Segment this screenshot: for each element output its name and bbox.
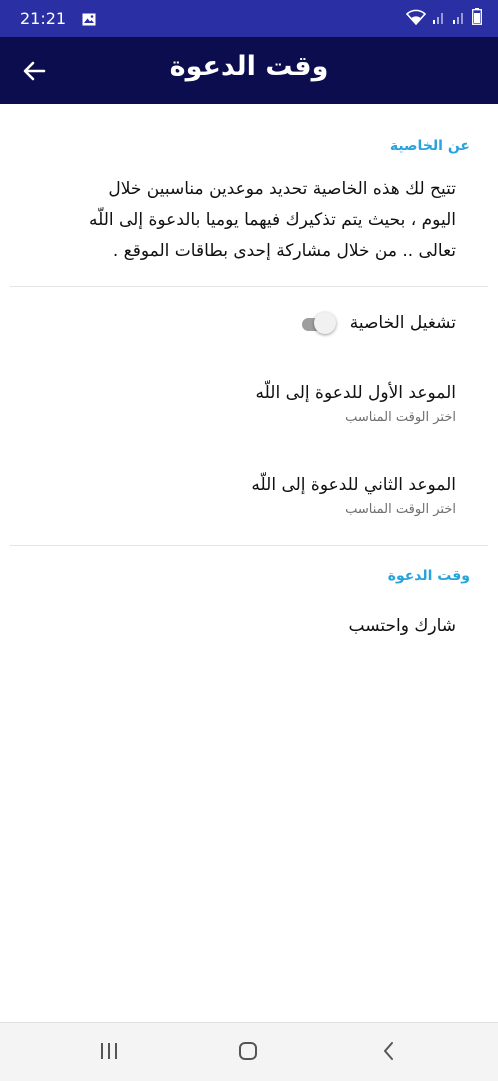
app-bar: وقت الدعوة [0,37,498,104]
second-time-subtitle: اختر الوقت المناسب [345,502,456,517]
navigation-bar [0,1022,498,1081]
first-time-subtitle: اختر الوقت المناسب [345,410,456,425]
signal-icon [452,9,466,28]
divider [10,545,488,546]
enable-feature-label: تشغيل الخاصية [349,313,456,333]
description-line: تتيح لك هذه الخاصية تحديد موعدين مناسبين… [108,179,456,199]
description-line: تعالى .. من خلال مشاركة إحدى بطاقات المو… [112,241,456,261]
recent-apps-icon[interactable] [98,1040,120,1066]
gallery-icon [82,11,96,30]
toggle-thumb [313,312,336,334]
back-icon[interactable] [378,1040,400,1066]
status-bar: 21:21 [0,0,498,37]
description-line: اليوم ، بحيث يتم تذكيرك فيهما يوميا بالد… [88,210,456,230]
first-time-setting[interactable]: الموعد الأول للدعوة إلى اللّه اختر الوقت… [36,380,456,425]
about-section-header: عن الخاصية [389,138,470,154]
enable-feature-row[interactable]: تشغيل الخاصية [298,311,456,335]
share-row[interactable]: شارك واحتسب [349,616,456,636]
wifi-icon [405,9,427,29]
home-icon[interactable] [237,1040,259,1066]
second-time-title: الموعد الثاني للدعوة إلى اللّه [251,475,456,495]
signal-icon [432,9,446,28]
divider [10,286,488,287]
time-section-header: وقت الدعوة [387,568,470,584]
feature-description: تتيح لك هذه الخاصية تحديد موعدين مناسبين… [36,174,456,267]
battery-icon [472,8,482,29]
status-time: 21:21 [20,9,67,28]
first-time-title: الموعد الأول للدعوة إلى اللّه [255,383,456,403]
second-time-setting[interactable]: الموعد الثاني للدعوة إلى اللّه اختر الوق… [36,472,456,517]
enable-feature-toggle[interactable] [298,311,336,335]
page-title: وقت الدعوة [169,51,329,82]
